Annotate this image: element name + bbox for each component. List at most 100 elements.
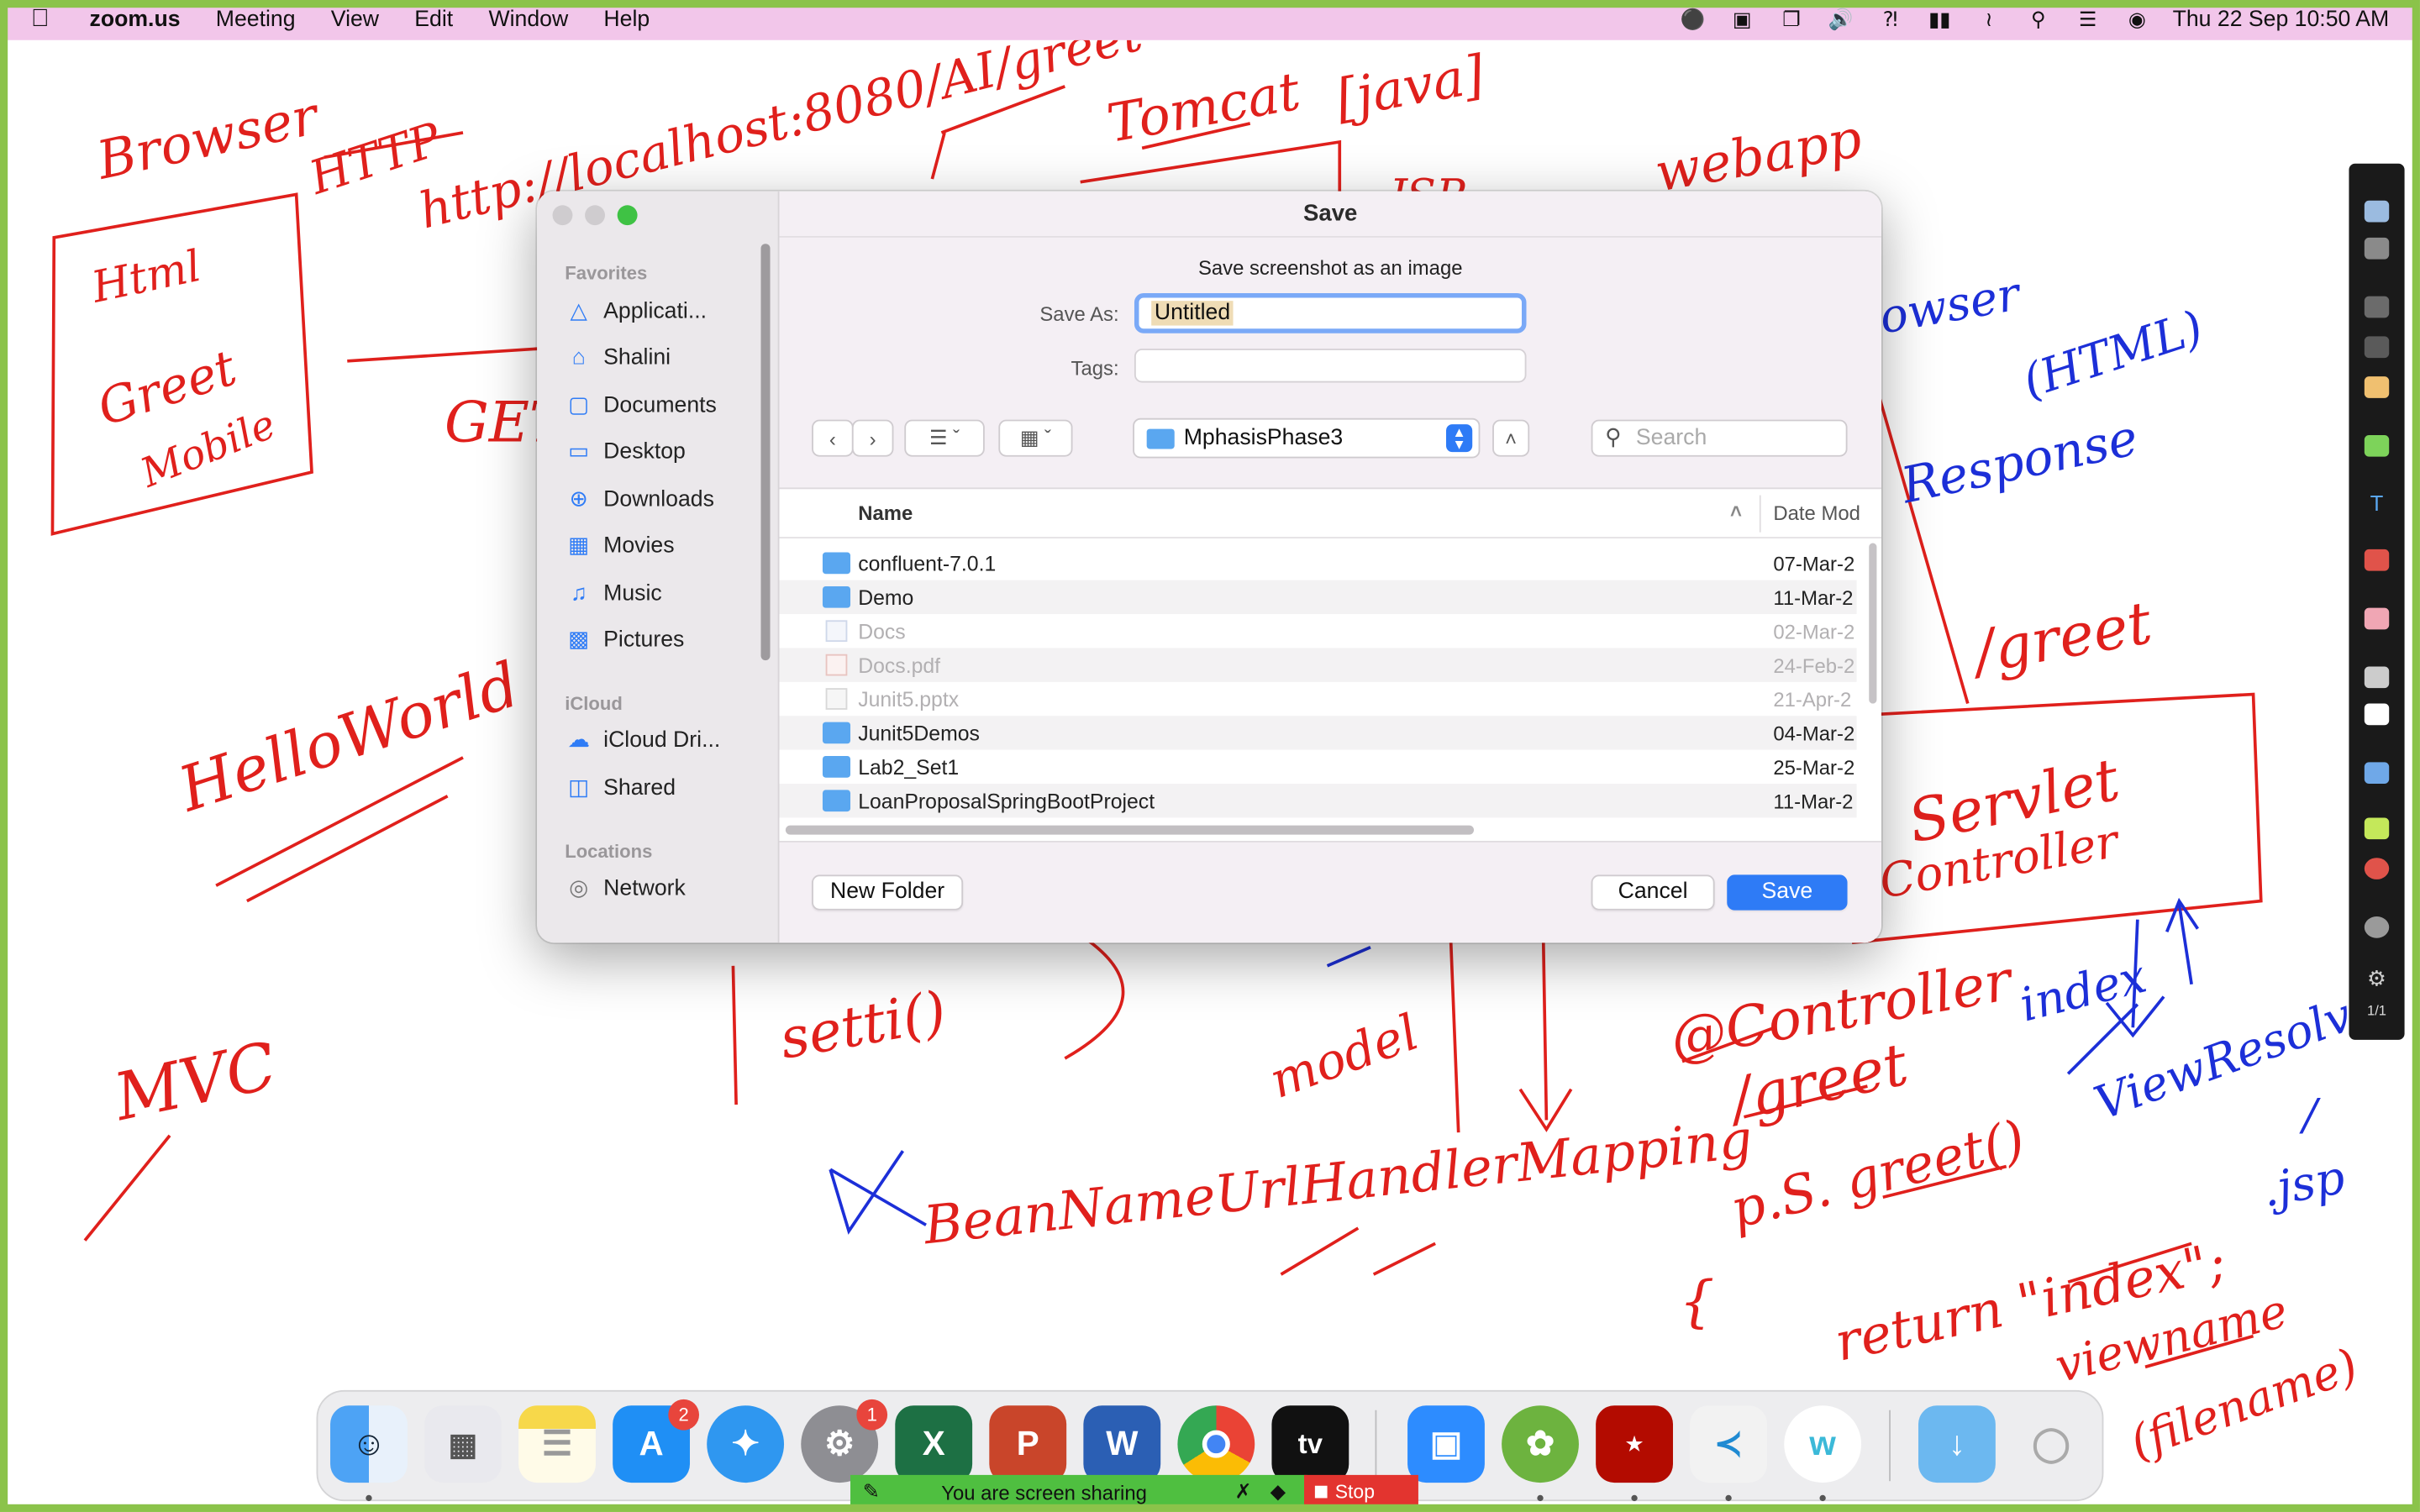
- menu-app-name[interactable]: zoom.us: [90, 8, 181, 32]
- sidebar-item-documents[interactable]: ▢ Documents: [565, 387, 717, 424]
- shape-tool-icon[interactable]: [2364, 549, 2390, 571]
- spotlight-tool-icon[interactable]: [2364, 296, 2390, 318]
- location-popup[interactable]: MphasisPhase3 ▲ ▼: [1133, 417, 1481, 459]
- apple-tv-icon[interactable]: tv: [1271, 1405, 1349, 1483]
- file-row[interactable]: Junit5Demos 04-Mar-2: [779, 716, 1857, 750]
- file-row[interactable]: Docs 02-Mar-2: [780, 614, 1857, 648]
- file-row[interactable]: Lab2_Set1 25-Mar-2: [780, 750, 1857, 784]
- camera-tool-icon[interactable]: [2364, 916, 2390, 938]
- sidebar-item-applications[interactable]: △ Applicati...: [565, 293, 708, 330]
- cancel-button[interactable]: Cancel: [1591, 874, 1715, 911]
- file-row[interactable]: Junit5.pptx 21-Apr-2: [780, 682, 1857, 716]
- white-color-icon[interactable]: [2364, 703, 2390, 726]
- text-tool-icon[interactable]: T: [2365, 491, 2389, 515]
- file-row[interactable]: confluent-7.0.1 07-Mar-2: [780, 546, 1857, 580]
- file-row[interactable]: Demo 11-Mar-2: [779, 580, 1857, 615]
- siri-icon[interactable]: ◉: [2123, 8, 2151, 32]
- file-list-vertical-scrollbar[interactable]: [1869, 543, 1877, 704]
- menu-edit[interactable]: Edit: [414, 8, 453, 32]
- launchpad-icon[interactable]: ▦: [424, 1405, 502, 1483]
- sidebar-item-shared[interactable]: ◫ Shared: [565, 770, 676, 807]
- close-window-button[interactable]: [552, 205, 573, 226]
- settings-gear-icon[interactable]: ⚙: [2365, 966, 2389, 990]
- sidebar-item-home[interactable]: ⌂ Shalini: [565, 339, 671, 376]
- highlighter-tool-icon[interactable]: [2364, 434, 2390, 457]
- save-button[interactable]: Save: [1727, 874, 1848, 911]
- finder-icon[interactable]: ☺: [330, 1405, 408, 1483]
- minimize-window-button[interactable]: [585, 205, 605, 226]
- mouse-tool-icon[interactable]: [2364, 200, 2390, 223]
- sidebar-scrollbar[interactable]: [760, 244, 771, 661]
- acrobat-icon[interactable]: ⋆: [1596, 1405, 1673, 1483]
- volume-icon[interactable]: 🔊: [1827, 8, 1854, 32]
- eraser-tool-icon[interactable]: [2364, 336, 2390, 359]
- tags-input[interactable]: [1134, 349, 1527, 383]
- trash-icon[interactable]: ◯: [2012, 1405, 2090, 1483]
- apple-icon[interactable]: : [31, 6, 65, 34]
- downloads-folder-icon[interactable]: ↓: [1918, 1405, 1996, 1483]
- stamp-tool-icon[interactable]: [2364, 607, 2390, 630]
- zoom-status-icon[interactable]: ▣: [1728, 8, 1756, 32]
- fill-tool-icon[interactable]: [2364, 817, 2390, 840]
- new-folder-button[interactable]: New Folder: [812, 874, 964, 911]
- sidebar-item-desktop[interactable]: ▭ Desktop: [565, 433, 686, 470]
- share-grip-icon[interactable]: ✎: [863, 1479, 880, 1504]
- menu-clock[interactable]: Thu 22 Sep 10:50 AM: [2173, 8, 2390, 32]
- file-row[interactable]: Docs.pdf 24-Feb-2: [779, 648, 1857, 682]
- wifi-icon[interactable]: ≀: [1975, 8, 2002, 32]
- excel-icon[interactable]: X: [895, 1405, 973, 1483]
- ink-html: Html: [87, 241, 205, 313]
- control-center-icon[interactable]: ☰: [2074, 8, 2102, 32]
- column-name[interactable]: Name: [858, 501, 913, 525]
- save-as-input[interactable]: Untitled: [1134, 292, 1527, 333]
- record-tool-icon[interactable]: [2364, 858, 2390, 879]
- app-store-icon[interactable]: A2: [613, 1399, 700, 1483]
- spring-tool-suite-icon[interactable]: ✿: [1502, 1405, 1579, 1483]
- window-icon[interactable]: ❐: [1777, 8, 1805, 32]
- powerpoint-icon[interactable]: P: [989, 1405, 1067, 1483]
- security-shield-icon[interactable]: ◆: [1270, 1479, 1286, 1504]
- back-button[interactable]: ‹: [812, 419, 854, 457]
- chrome-icon[interactable]: [1177, 1405, 1255, 1483]
- system-preferences-gear-icon[interactable]: ⚙ 1: [801, 1399, 888, 1483]
- search-field[interactable]: ⚲ Search: [1591, 419, 1848, 457]
- menu-meeting[interactable]: Meeting: [216, 8, 296, 32]
- sidebar-item-icloud-drive[interactable]: ☁ iCloud Dri...: [565, 722, 720, 759]
- safari-compass-icon[interactable]: ✦: [707, 1405, 785, 1483]
- file-row[interactable]: LoanProposalSpringBootProject 11-Mar-2: [779, 784, 1857, 818]
- spotlight-icon[interactable]: ⚲: [2024, 8, 2052, 32]
- menu-help[interactable]: Help: [603, 8, 650, 32]
- column-date-modified[interactable]: Date Mod: [1773, 501, 1860, 525]
- forward-button[interactable]: ›: [851, 419, 894, 457]
- vscode-icon[interactable]: ≺: [1690, 1405, 1768, 1483]
- sidebar-item-downloads[interactable]: ⊕ Downloads: [565, 481, 714, 518]
- notes-icon[interactable]: ☰: [518, 1405, 596, 1483]
- group-view-button[interactable]: ▦ ˇ: [998, 419, 1073, 457]
- pen-tool-icon[interactable]: [2364, 376, 2390, 398]
- mute-mic-icon[interactable]: ✗: [1235, 1479, 1252, 1504]
- bluetooth-icon[interactable]: ⁈: [1876, 8, 1904, 32]
- webex-icon[interactable]: w: [1784, 1405, 1862, 1483]
- status-app-icon[interactable]: ⚫: [1679, 8, 1707, 32]
- zoom-window-button[interactable]: [617, 205, 638, 226]
- screen-share-bar: ✎ You are screen sharing ✗ ◆: [850, 1474, 1307, 1509]
- zoom-video-icon[interactable]: ▣: [1407, 1405, 1485, 1483]
- collapse-button[interactable]: ˄: [1492, 419, 1530, 457]
- pointer-tool-icon[interactable]: [2364, 666, 2390, 689]
- ink-browser: Browser: [91, 84, 325, 191]
- stop-share-button[interactable]: Stop Share: [1304, 1474, 1418, 1509]
- document-icon: ▢: [568, 393, 590, 418]
- line-tool-icon[interactable]: [2364, 762, 2390, 785]
- menu-window[interactable]: Window: [488, 8, 568, 32]
- sidebar-item-music[interactable]: ♫ Music: [565, 575, 662, 612]
- file-list-horizontal-scrollbar[interactable]: [785, 825, 1475, 835]
- battery-icon[interactable]: ▮▮: [1926, 8, 1954, 32]
- sidebar-item-pictures[interactable]: ▩ Pictures: [565, 622, 684, 659]
- word-icon[interactable]: W: [1083, 1405, 1161, 1483]
- sort-up-icon[interactable]: ˄: [1730, 500, 1742, 523]
- list-view-button[interactable]: ☰ ˇ: [904, 419, 985, 457]
- menu-view[interactable]: View: [331, 8, 379, 32]
- sidebar-item-network[interactable]: ◎ Network: [565, 870, 686, 907]
- select-tool-icon[interactable]: [2364, 237, 2390, 260]
- sidebar-item-movies[interactable]: ▦ Movies: [565, 528, 674, 564]
